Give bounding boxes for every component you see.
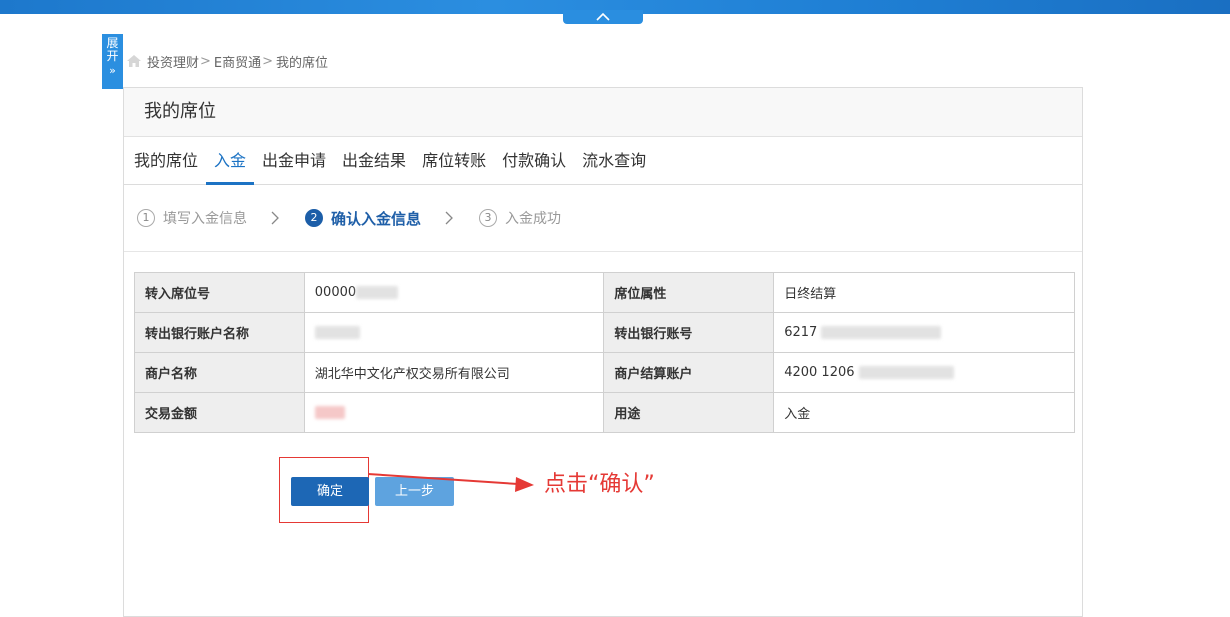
field-label: 转出银行账户名称 <box>134 312 305 353</box>
tab-withdraw-apply[interactable]: 出金申请 <box>254 137 334 184</box>
field-label: 商户结算账户 <box>603 352 775 393</box>
field-value: 6217 <box>773 312 1075 353</box>
bank-account-value: 6217 <box>784 325 818 340</box>
breadcrumb-separator: > <box>200 53 211 69</box>
field-value: 日终结算 <box>773 272 1075 313</box>
step-fill-info: 1 填写入金信息 <box>137 208 247 228</box>
expand-label-1: 展 <box>106 36 119 50</box>
field-label: 商户名称 <box>134 352 305 393</box>
field-label: 转出银行账号 <box>603 312 775 353</box>
table-row: 商户名称 湖北华中文化产权交易所有限公司 商户结算账户 4200 1206 <box>134 352 1075 393</box>
field-label: 转入席位号 <box>134 272 305 313</box>
seat-number-value: 00000 <box>314 285 357 300</box>
table-row: 转入席位号 00000 席位属性 日终结算 <box>134 272 1075 313</box>
step-label: 入金成功 <box>505 211 562 227</box>
field-label: 交易金额 <box>134 392 305 433</box>
chevron-right-icon <box>445 211 453 225</box>
breadcrumb: 投资理财 > E商贸通 > 我的席位 <box>126 52 329 71</box>
redacted-mask <box>858 366 954 379</box>
step-confirm-info: 2 确认入金信息 <box>305 208 421 229</box>
field-label: 席位属性 <box>603 272 775 313</box>
tab-bar: 我的席位 入金 出金申请 出金结果 席位转账 付款确认 流水查询 <box>124 137 1082 185</box>
breadcrumb-item-invest[interactable]: 投资理财 <box>147 52 199 71</box>
confirm-button[interactable]: 确定 <box>291 477 369 506</box>
tab-seat-transfer[interactable]: 席位转账 <box>414 137 494 184</box>
settlement-account-value: 4200 1206 <box>784 365 855 380</box>
field-value: 4200 1206 <box>773 352 1075 393</box>
sidebar-expand-toggle[interactable]: 展 开 » <box>102 34 123 89</box>
field-value <box>303 392 605 433</box>
chevron-right-icon <box>271 211 279 225</box>
step-number: 3 <box>479 209 498 227</box>
redacted-mask <box>314 326 360 339</box>
annotation-text: 点击“确认” <box>544 472 655 497</box>
tab-my-seat[interactable]: 我的席位 <box>126 137 206 184</box>
expand-label-2: 开 <box>106 49 119 63</box>
double-chevron-right-icon: » <box>109 64 116 77</box>
table-row: 转出银行账户名称 转出银行账号 6217 <box>134 312 1075 353</box>
table-row: 交易金额 用途 入金 <box>134 392 1075 433</box>
tab-deposit[interactable]: 入金 <box>206 137 255 185</box>
step-number: 1 <box>137 209 155 227</box>
tab-payment-confirm[interactable]: 付款确认 <box>494 137 574 184</box>
step-label: 填写入金信息 <box>163 211 247 227</box>
breadcrumb-item-my-seat: 我的席位 <box>276 55 329 71</box>
step-number: 2 <box>305 209 323 227</box>
redacted-mask <box>821 326 942 339</box>
collapse-header-button[interactable] <box>563 10 643 24</box>
step-success: 3 入金成功 <box>479 208 561 228</box>
breadcrumb-item-etrade[interactable]: E商贸通 <box>214 52 261 71</box>
step-label: 确认入金信息 <box>331 209 422 228</box>
progress-steps: 1 填写入金信息 2 确认入金信息 3 入金成功 <box>124 185 1082 252</box>
field-label: 用途 <box>603 392 775 433</box>
page-title: 我的席位 <box>124 88 1082 137</box>
home-icon <box>127 55 141 67</box>
field-value <box>303 312 605 353</box>
field-value: 入金 <box>773 392 1075 433</box>
redacted-mask <box>314 406 345 419</box>
annotation-arrow-icon <box>368 473 534 492</box>
deposit-info-table: 转入席位号 00000 席位属性 日终结算 转出银行账户名称 转出银行账号 62… <box>134 272 1075 433</box>
field-value: 00000 <box>303 272 605 313</box>
field-value: 湖北华中文化产权交易所有限公司 <box>303 352 605 393</box>
tab-withdraw-result[interactable]: 出金结果 <box>334 137 414 184</box>
main-panel: 我的席位 我的席位 入金 出金申请 出金结果 席位转账 付款确认 流水查询 1 … <box>123 87 1083 617</box>
breadcrumb-separator: > <box>262 53 274 69</box>
redacted-mask <box>356 286 399 299</box>
chevron-up-icon <box>596 12 610 21</box>
tab-transaction-query[interactable]: 流水查询 <box>574 137 654 184</box>
